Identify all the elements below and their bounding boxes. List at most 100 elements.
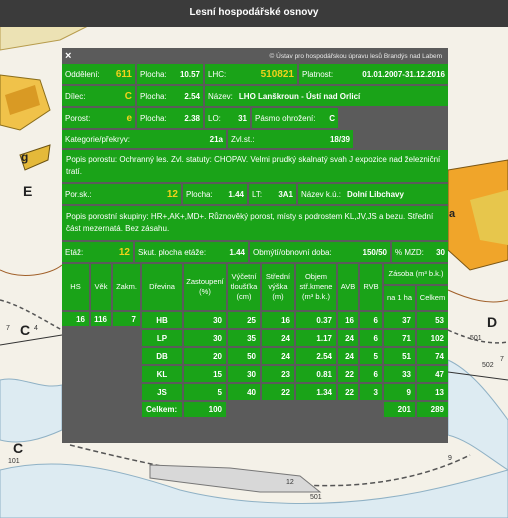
species-cell-vycetni: 35 [228, 330, 260, 346]
species-cell-objem: 1.17 [296, 330, 336, 346]
forest-info-popup: × © Ústav pro hospodářskou úpravu lesů B… [62, 48, 448, 443]
species-cell-drevina: KL [142, 366, 182, 382]
etaz-label: Etáž: [65, 247, 84, 257]
skut-plocha-cell: Skut. plocha etáže: 1.44 [135, 242, 248, 262]
pasmo-label: Pásmo ohrožení: [255, 113, 316, 123]
porost-label: Porost: [65, 113, 91, 123]
nazev-value: LHO Lanškroun - Ústí nad Orlicí [238, 91, 361, 101]
lo-label: LO: [208, 113, 221, 123]
stand-vek: 116 [91, 312, 111, 326]
header-zastoupeni: Zastoupení (%) [184, 264, 226, 310]
species-cell-celkem: 102 [417, 330, 448, 346]
mzd-value: 30 [436, 247, 445, 257]
species-cell-rvb: 6 [360, 366, 382, 382]
dilec-cell: Dílec: C [62, 86, 135, 106]
map-label-a: a [449, 208, 456, 220]
lt-label: LT: [252, 189, 263, 199]
header-celkem: Celkem [417, 286, 448, 310]
lt-cell: LT: 3A1 [249, 184, 296, 204]
info-row-popis-porostu: Popis porostu: Ochranný les. Zvl. statut… [62, 150, 448, 182]
porsk-label: Por.sk.: [65, 189, 92, 199]
porost-value: e [126, 112, 132, 124]
plocha4-cell: Plocha: 1.44 [183, 184, 247, 204]
map-number-7: 7 [6, 325, 10, 332]
header-zakm: Zakm. [113, 264, 140, 310]
species-cell-na1ha: 71 [384, 330, 415, 346]
map-number-7b: 7 [500, 356, 504, 363]
skut-plocha-value: 1.44 [229, 247, 245, 257]
obmyti-label: Obmýtí/obnovní doba: [253, 247, 332, 257]
map-number-101: 101 [8, 458, 20, 465]
kategorie-value: 21a [209, 134, 223, 144]
species-cell-na1ha: 9 [384, 384, 415, 400]
header-objem: Objem stř.kmene (m³ b.k.) [296, 264, 336, 310]
platnost-cell: Platnost: 01.01.2007-31.12.2016 [299, 64, 448, 84]
pasmo-cell: Pásmo ohrožení: C [252, 108, 338, 128]
header-hs: HS [62, 264, 89, 310]
species-cell-rvb: 6 [360, 312, 382, 328]
oddeleni-cell: Oddělení: 611 [62, 64, 135, 84]
lhc-cell: LHC: 510821 [205, 64, 297, 84]
plocha2-cell: Plocha: 2.54 [137, 86, 203, 106]
header-vycetni: Výčetní tloušťka (cm) [228, 264, 260, 310]
close-icon[interactable]: × [65, 51, 71, 62]
species-cell-vycetni: 40 [228, 384, 260, 400]
species-cell-vycetni: 25 [228, 312, 260, 328]
plocha2-label: Plocha: [140, 91, 167, 101]
species-cell-drevina: JS [142, 384, 182, 400]
skut-plocha-label: Skut. plocha etáže: [138, 247, 207, 257]
species-cell-objem: 1.34 [296, 384, 336, 400]
species-cell-objem: 2.54 [296, 348, 336, 364]
map-number-501b: 501 [470, 335, 482, 342]
info-row-etaz: Etáž: 12 Skut. plocha etáže: 1.44 Obmýtí… [62, 242, 448, 262]
nazevku-label: Název k.ú.: [301, 189, 342, 199]
nazevku-cell: Název k.ú.: Dolní Libchavy [298, 184, 448, 204]
header-zasoba: Zásoba (m³ b.k.) [384, 264, 448, 284]
etaz-cell: Etáž: 12 [62, 242, 133, 262]
obmyti-value: 150/50 [362, 247, 387, 257]
species-cell-vycetni: 50 [228, 348, 260, 364]
total-label: Celkem: [142, 402, 182, 417]
species-cell-celkem: 13 [417, 384, 448, 400]
species-cell-avb: 24 [338, 348, 358, 364]
kategorie-cell: Kategorie/překryv: 21a [62, 130, 226, 148]
species-cell-objem: 0.81 [296, 366, 336, 382]
dilec-value: C [124, 90, 132, 102]
info-row-porsk: Por.sk.: 12 Plocha: 1.44 LT: 3A1 Název k… [62, 184, 448, 204]
lhc-value: 510821 [260, 68, 294, 80]
species-cell-zast: 15 [184, 366, 226, 382]
species-cell-na1ha: 33 [384, 366, 415, 382]
popis-porostu-text: Popis porostu: Ochranný les. Zvl. statut… [66, 155, 441, 176]
species-cell-na1ha: 51 [384, 348, 415, 364]
zvlst-label: Zvl.st.: [231, 134, 255, 144]
species-cell-avb: 22 [338, 366, 358, 382]
lo-cell: LO: 31 [205, 108, 250, 128]
plocha3-label: Plocha: [140, 113, 167, 123]
porost-cell: Porost: e [62, 108, 135, 128]
popis-skupiny-cell: Popis porostní skupiny: HR+,AK+,MD+. Růz… [62, 206, 448, 240]
species-cell-na1ha: 37 [384, 312, 415, 328]
species-cell-zast: 30 [184, 312, 226, 328]
map-number-9: 9 [448, 455, 452, 462]
copyright-text: © Ústav pro hospodářskou úpravu lesů Bra… [269, 53, 442, 60]
pasmo-value: C [329, 113, 335, 123]
map-number-4: 4 [34, 325, 38, 332]
plocha1-cell: Plocha: 10.57 [137, 64, 203, 84]
app-title: Lesní hospodářské osnovy [189, 7, 319, 18]
species-cell-vycetni: 30 [228, 366, 260, 382]
lo-value: 31 [238, 113, 247, 123]
plocha4-label: Plocha: [186, 189, 213, 199]
header-vek: Věk [91, 264, 111, 310]
zvlst-cell: Zvl.st.: 18/39 [228, 130, 353, 148]
stand-hs: 16 [62, 312, 89, 326]
platnost-value: 01.01.2007-31.12.2016 [362, 69, 445, 79]
mzd-cell: % MZD: 30 [392, 242, 448, 262]
plocha2-value: 2.54 [184, 91, 200, 101]
map-label-D: D [487, 314, 498, 330]
porsk-value: 12 [166, 188, 178, 200]
porsk-cell: Por.sk.: 12 [62, 184, 181, 204]
map-label-C1: C [20, 322, 31, 338]
app-title-bar: Lesní hospodářské osnovy [0, 0, 508, 27]
species-cell-vyska: 23 [262, 366, 294, 382]
popis-porostu-cell: Popis porostu: Ochranný les. Zvl. statut… [62, 150, 448, 182]
